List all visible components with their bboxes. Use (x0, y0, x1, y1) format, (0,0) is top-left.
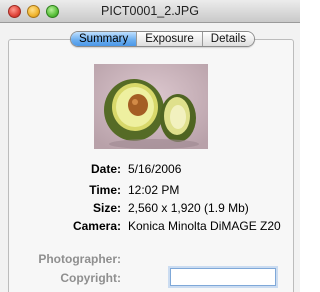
size-value: 2,560 x 1,920 (1.9 Mb) (128, 201, 249, 215)
camera-value: Konica Minolta DiMAGE Z20 (128, 219, 281, 233)
zoom-button[interactable] (46, 5, 59, 18)
time-value: 12:02 PM (128, 183, 180, 197)
date-value: 5/16/2006 (128, 162, 182, 176)
photographer-label: Photographer: (38, 252, 121, 266)
tab-exposure[interactable]: Exposure (137, 32, 203, 46)
copyright-label: Copyright: (60, 271, 121, 285)
window-title: PICT0001_2.JPG (101, 4, 199, 18)
info-window: PICT0001_2.JPG Summary Exposure Details (0, 0, 300, 292)
time-label: Time: (89, 183, 121, 197)
camera-label: Camera: (72, 219, 121, 233)
tab-details[interactable]: Details (202, 32, 254, 46)
copyright-field[interactable] (170, 268, 276, 286)
tab-bar: Summary Exposure Details (70, 31, 255, 47)
tab-summary[interactable]: Summary (71, 32, 138, 46)
close-button[interactable] (8, 5, 21, 18)
date-label: Date: (90, 162, 121, 176)
minimize-button[interactable] (27, 5, 40, 18)
photo-thumbnail (94, 64, 208, 149)
title-bar[interactable]: PICT0001_2.JPG (0, 0, 300, 23)
size-label: Size: (92, 201, 121, 215)
